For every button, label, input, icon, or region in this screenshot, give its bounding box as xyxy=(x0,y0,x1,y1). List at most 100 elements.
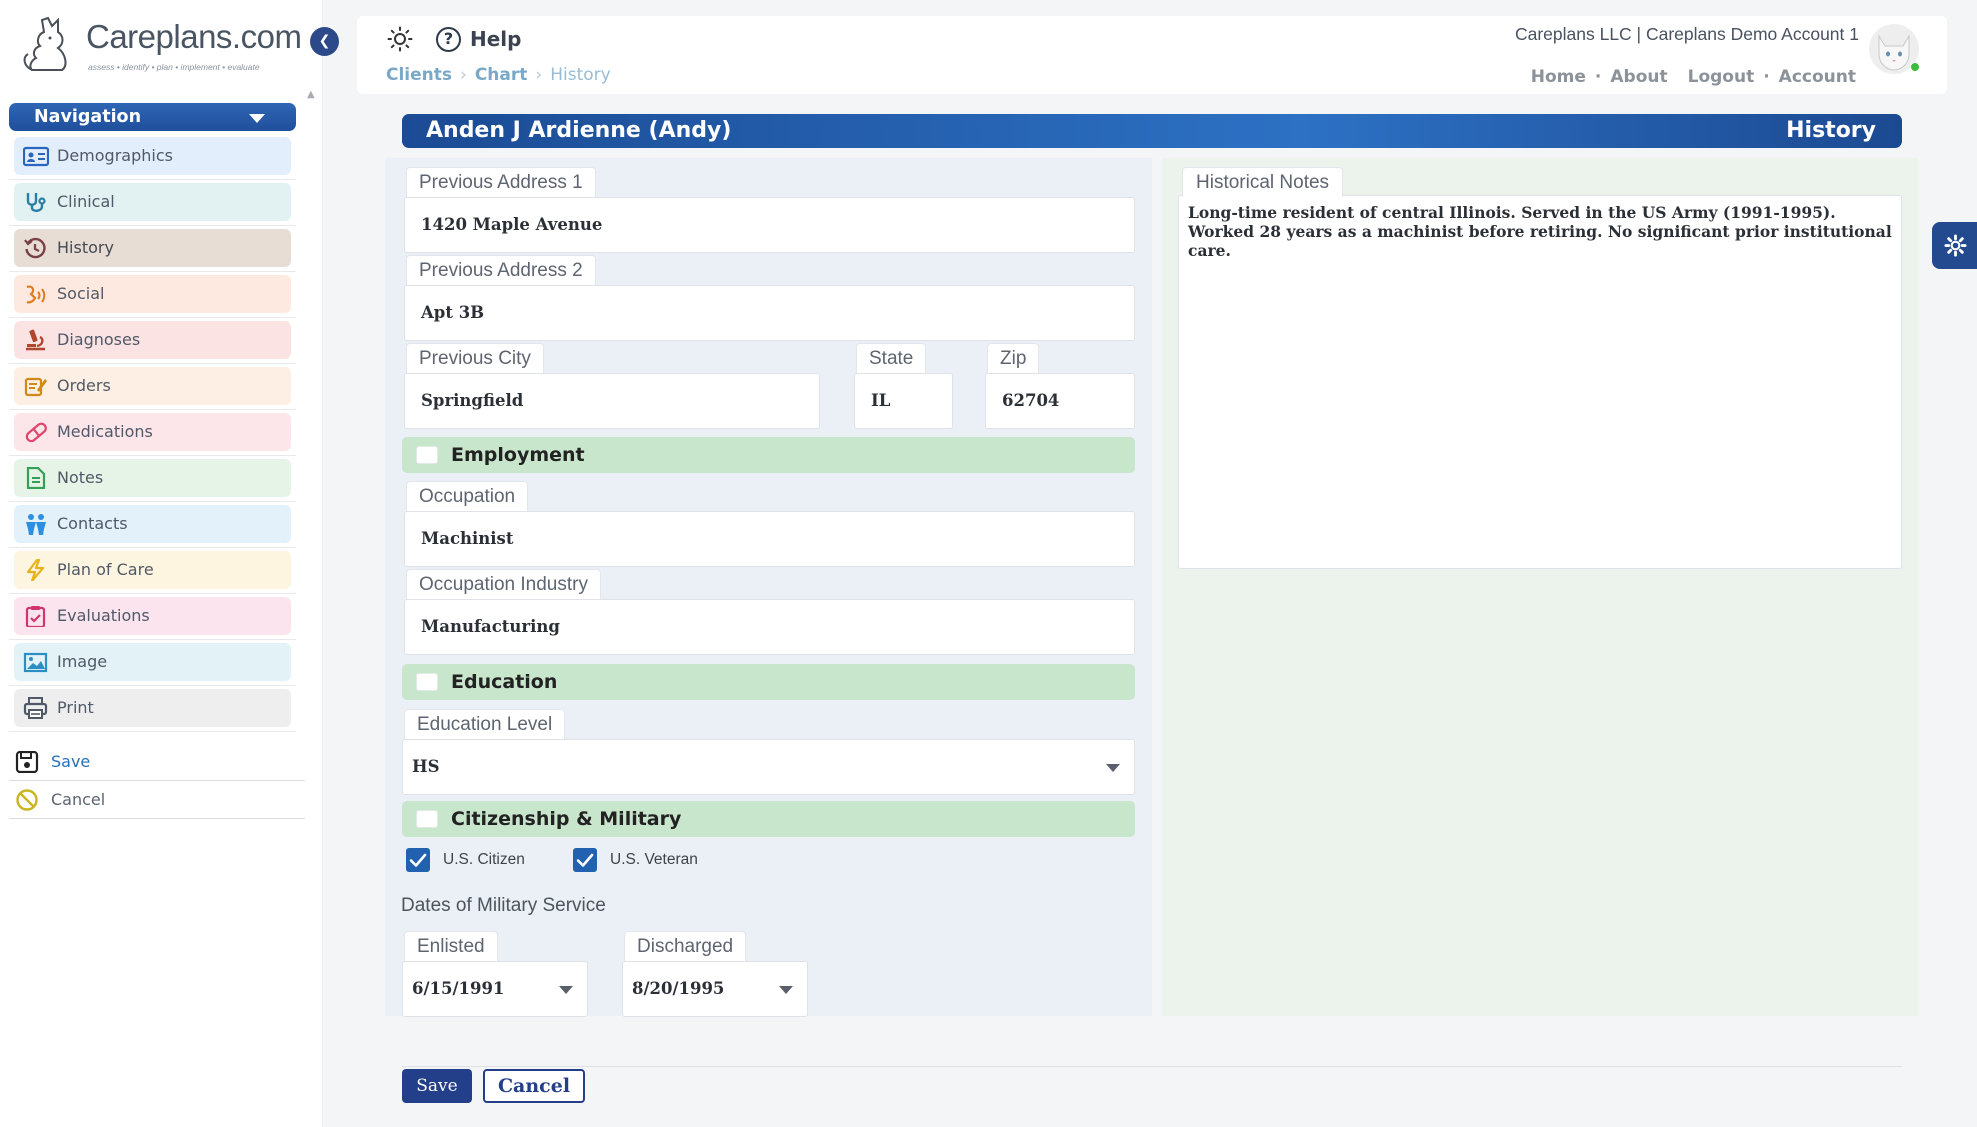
checkmark-icon xyxy=(573,848,597,872)
dropdown-arrow-icon xyxy=(1106,764,1120,772)
brand-logo[interactable]: Careplans.com assess • identify • plan •… xyxy=(18,14,308,74)
top-bar: ? Help Clients › Chart › History Careplans L… xyxy=(357,16,1947,94)
sidebar-link-contacts[interactable]: Contacts xyxy=(14,505,291,543)
about-link[interactable]: About xyxy=(1610,67,1667,87)
occupation-industry-label: Occupation Industry xyxy=(406,569,601,599)
sun-icon[interactable] xyxy=(387,26,413,52)
sidebar-link-image[interactable]: Image xyxy=(14,643,291,681)
sidebar-item-demographics: Demographics xyxy=(9,134,296,180)
state-label: State xyxy=(856,343,927,373)
discharged-label: Discharged xyxy=(624,931,747,961)
avatar[interactable] xyxy=(1869,24,1920,74)
sidebar-item-evaluations: Evaluations xyxy=(9,594,296,640)
help-button[interactable]: ? Help xyxy=(436,26,521,52)
sidebar-cancel-label: Cancel xyxy=(51,790,106,809)
clipboard-icon xyxy=(25,606,46,627)
occupation-industry-field: Occupation Industry Manufacturing xyxy=(404,569,1135,655)
brand-name: Careplans.com xyxy=(86,18,302,55)
sidebar-item-label: Clinical xyxy=(57,192,115,211)
question-circle-icon: ? xyxy=(436,27,461,52)
sidebar-item-label: Orders xyxy=(57,376,111,395)
sidebar-link-medications[interactable]: Medications xyxy=(14,413,291,451)
sidebar-save-button[interactable]: Save xyxy=(9,743,305,781)
discharged-date-picker[interactable]: 8/20/1995 xyxy=(622,961,808,1017)
sidebar-item-notes: Notes xyxy=(9,456,296,502)
logout-link[interactable]: Logout xyxy=(1688,67,1755,87)
sidebar-link-orders[interactable]: Orders xyxy=(14,367,291,405)
gear-icon xyxy=(1944,234,1967,257)
microscope-icon xyxy=(26,329,45,351)
enlisted-date-picker[interactable]: 6/15/1991 xyxy=(402,961,588,1017)
occupation-input[interactable]: Machinist xyxy=(404,511,1135,567)
education-level-select[interactable]: HS xyxy=(402,739,1135,795)
sidebar-item-orders: Orders xyxy=(9,364,296,410)
section-toggle-icon[interactable] xyxy=(416,810,438,828)
sidebar-item-label: Print xyxy=(57,698,94,717)
occupation-field: Occupation Machinist xyxy=(404,481,1135,567)
citizenship-military-section-title: Citizenship & Military xyxy=(451,808,682,830)
previous-address-1-field: Previous Address 1 1420 Maple Avenue xyxy=(404,167,1135,253)
breadcrumb-chart[interactable]: Chart xyxy=(475,65,528,85)
section-toggle-icon[interactable] xyxy=(416,673,438,691)
previous-city-label: Previous City xyxy=(406,343,544,373)
us-veteran-checkbox[interactable]: U.S. Veteran xyxy=(573,848,698,872)
sidebar-item-label: Medications xyxy=(57,422,153,441)
breadcrumb-clients[interactable]: Clients xyxy=(386,65,452,85)
sidebar-cancel-button[interactable]: Cancel xyxy=(9,781,305,819)
zip-input[interactable]: 62704 xyxy=(985,373,1135,429)
help-label: Help xyxy=(470,27,522,51)
dropdown-arrow-icon xyxy=(779,986,793,994)
cat-logo-icon xyxy=(23,16,67,71)
education-level-field: Education Level HS xyxy=(402,709,1135,795)
education-section-title: Education xyxy=(451,671,558,693)
pill-icon xyxy=(25,422,47,443)
client-name: Anden J Ardienne (Andy) xyxy=(426,118,732,143)
previous-address-2-input[interactable]: Apt 3B xyxy=(404,285,1135,341)
sidebar-link-history[interactable]: History xyxy=(14,229,291,267)
military-service-caption: Dates of Military Service xyxy=(401,895,606,916)
sidebar-link-demographics[interactable]: Demographics xyxy=(14,137,291,175)
sidebar-item-image: Image xyxy=(9,640,296,686)
occupation-industry-input[interactable]: Manufacturing xyxy=(404,599,1135,655)
sidebar-save-label: Save xyxy=(51,752,91,771)
chevron-down-icon xyxy=(249,114,265,123)
previous-city-input[interactable]: Springfield xyxy=(404,373,820,429)
state-input[interactable]: IL xyxy=(854,373,953,429)
account-link[interactable]: Account xyxy=(1779,67,1856,87)
ban-icon xyxy=(16,789,38,811)
scroll-up-icon[interactable]: ▲ xyxy=(307,89,315,100)
previous-address-1-input[interactable]: 1420 Maple Avenue xyxy=(404,197,1135,253)
sidebar-link-print[interactable]: Print xyxy=(14,689,291,727)
cancel-button[interactable]: Cancel xyxy=(483,1069,585,1103)
sidebar-link-notes[interactable]: Notes xyxy=(14,459,291,497)
checkmark-icon xyxy=(406,848,430,872)
sidebar-item-print: Print xyxy=(9,686,296,732)
sidebar-link-social[interactable]: Social xyxy=(14,275,291,313)
sidebar-item-medications: Medications xyxy=(9,410,296,456)
zip-label: Zip xyxy=(987,343,1040,373)
save-button[interactable]: Save xyxy=(402,1069,472,1103)
employment-section-title: Employment xyxy=(451,444,585,466)
us-citizen-checkbox[interactable]: U.S. Citizen xyxy=(406,848,525,872)
home-link[interactable]: Home xyxy=(1531,67,1586,87)
sidebar-item-social: Social xyxy=(9,272,296,318)
settings-tab[interactable] xyxy=(1932,222,1977,269)
enlisted-label: Enlisted xyxy=(404,931,498,961)
sidebar-link-plan-of-care[interactable]: Plan of Care xyxy=(14,551,291,589)
education-section-header[interactable]: Education xyxy=(402,664,1135,700)
sidebar-link-evaluations[interactable]: Evaluations xyxy=(14,597,291,635)
sidebar-item-diagnoses: Diagnoses xyxy=(9,318,296,364)
printer-icon xyxy=(23,697,48,719)
enlisted-value: 6/15/1991 xyxy=(412,979,505,998)
sidebar-link-clinical[interactable]: Clinical xyxy=(14,183,291,221)
citizenship-military-section-header[interactable]: Citizenship & Military xyxy=(402,801,1135,837)
employment-section-header[interactable]: Employment xyxy=(402,437,1135,473)
navigation-header[interactable]: Navigation xyxy=(9,103,296,131)
sidebar-item-label: Evaluations xyxy=(57,606,150,625)
collapse-sidebar-button[interactable]: ❮ xyxy=(310,27,339,56)
section-toggle-icon[interactable] xyxy=(416,446,438,464)
note-icon xyxy=(26,467,46,489)
education-level-label: Education Level xyxy=(404,709,566,739)
historical-notes-textarea[interactable]: Long-time resident of central Illinois. … xyxy=(1178,195,1902,569)
sidebar-link-diagnoses[interactable]: Diagnoses xyxy=(14,321,291,359)
